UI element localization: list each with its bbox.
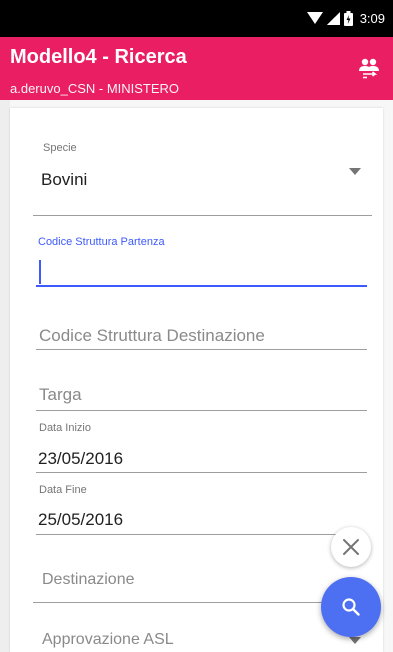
specie-label: Specie bbox=[43, 142, 77, 154]
status-bar: 3:09 bbox=[0, 0, 393, 37]
targa-underline bbox=[36, 410, 367, 411]
dropdown-arrow-icon bbox=[349, 168, 361, 175]
targa-placeholder: Targa bbox=[39, 385, 82, 404]
specie-underline bbox=[33, 215, 372, 216]
codice-destinazione-underline bbox=[36, 349, 367, 350]
search-form: Specie Bovini Codice Struttura Partenza … bbox=[10, 108, 383, 652]
data-fine-value: 25/05/2016 bbox=[38, 510, 124, 529]
people-button[interactable] bbox=[355, 54, 383, 82]
data-inizio-label: Data Inizio bbox=[39, 422, 91, 434]
search-icon bbox=[342, 598, 360, 616]
app-bar: Modello4 - Ricerca a.deruvo_CSN - MINIST… bbox=[0, 37, 393, 100]
data-inizio-value: 23/05/2016 bbox=[38, 449, 124, 468]
approvazione-asl-placeholder: Approvazione ASL bbox=[42, 631, 174, 648]
codice-destinazione-placeholder: Codice Struttura Destinazione bbox=[39, 326, 265, 345]
specie-value: Bovini bbox=[41, 170, 88, 189]
dropdown-arrow-icon bbox=[349, 637, 361, 644]
text-cursor bbox=[39, 260, 41, 284]
close-icon bbox=[343, 539, 359, 555]
signal-icon bbox=[326, 12, 340, 25]
battery-icon bbox=[343, 11, 353, 26]
people-icon bbox=[359, 58, 379, 79]
destinazione-underline bbox=[33, 602, 328, 603]
destinazione-placeholder: Destinazione bbox=[42, 571, 135, 588]
codice-partenza-label: Codice Struttura Partenza bbox=[38, 236, 165, 248]
content-area: Specie Bovini Codice Struttura Partenza … bbox=[0, 100, 393, 652]
clear-button[interactable] bbox=[331, 527, 371, 567]
codice-partenza-underline bbox=[36, 285, 367, 287]
data-inizio-underline bbox=[36, 472, 367, 473]
wifi-icon bbox=[306, 12, 323, 24]
status-time: 3:09 bbox=[359, 11, 385, 26]
data-fine-label: Data Fine bbox=[39, 484, 87, 496]
data-fine-underline bbox=[36, 534, 341, 535]
search-button[interactable] bbox=[321, 577, 381, 637]
page-subtitle: a.deruvo_CSN - MINISTERO bbox=[10, 81, 180, 96]
page-title: Modello4 - Ricerca bbox=[10, 46, 187, 68]
status-icons: 3:09 bbox=[306, 0, 385, 37]
